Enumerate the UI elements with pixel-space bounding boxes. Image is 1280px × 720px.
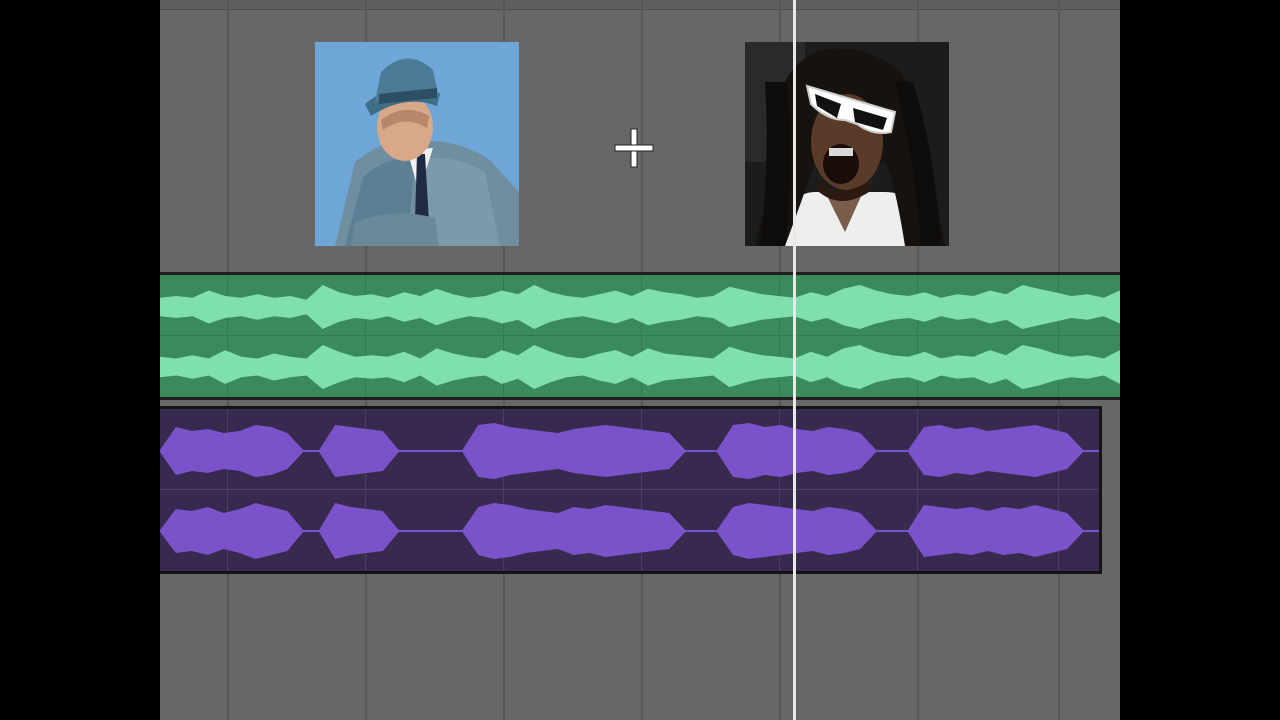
artist-photo-left-image	[315, 42, 519, 246]
waveform-green-right-path	[160, 345, 1120, 389]
waveform-shape	[160, 345, 1120, 389]
audio-clip-green[interactable]	[160, 272, 1120, 400]
waveform-shape	[160, 285, 1120, 329]
letterbox-left	[0, 0, 160, 720]
letterbox-right	[1120, 0, 1280, 720]
waveform-purple-right	[160, 501, 1099, 561]
waveform-shape	[160, 503, 1099, 559]
playhead-cursor[interactable]	[793, 0, 796, 720]
waveform-green-right	[160, 343, 1120, 391]
artist-photo-right	[745, 42, 949, 246]
waveform-green-left	[160, 283, 1120, 331]
artist-photo-right-image	[745, 42, 949, 246]
waveform-purple-left	[160, 421, 1099, 481]
plus-icon	[613, 127, 655, 169]
waveform-purple-right-path	[160, 503, 1099, 559]
plus-icon-glyph	[614, 128, 654, 168]
channel-divider	[160, 335, 1120, 336]
artist-photo-left	[315, 42, 519, 246]
channel-divider	[160, 489, 1099, 490]
daw-arrangement-view[interactable]	[160, 0, 1120, 720]
waveform-purple-left-path	[160, 423, 1099, 479]
timeline-ruler[interactable]	[160, 0, 1120, 10]
video-frame	[0, 0, 1280, 720]
waveform-shape	[160, 423, 1099, 479]
audio-clip-purple[interactable]	[160, 406, 1102, 574]
waveform-green-left-path	[160, 285, 1120, 329]
